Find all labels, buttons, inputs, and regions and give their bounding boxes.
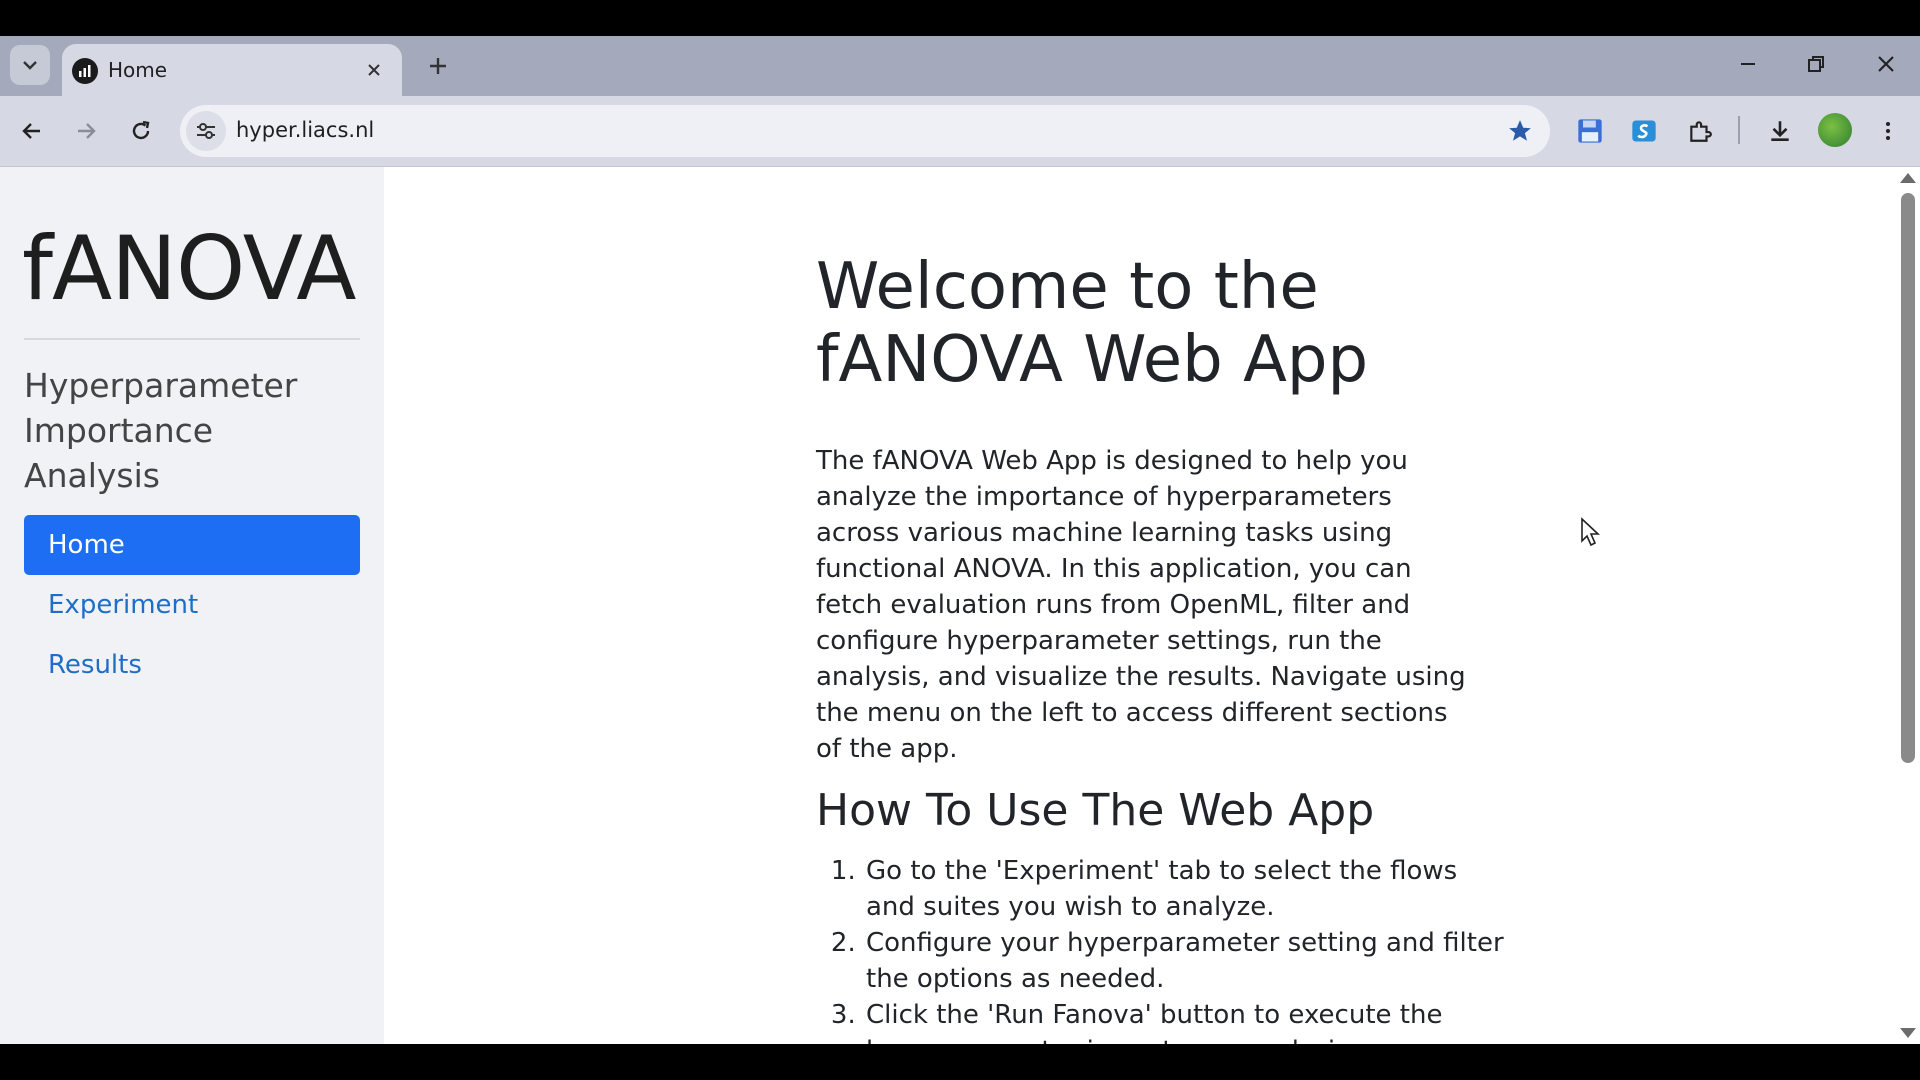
intro-paragraph: The fANOVA Web App is designed to help y… [816,446,1466,764]
tab-strip: Home [0,36,1920,96]
web-page: fANOVA Hyperparameter Importance Analysi… [0,167,1920,1044]
nav-item-home[interactable]: Home [24,515,360,575]
list-item: Click the 'Run Fanova' button to execute… [864,997,1514,1044]
restore-button[interactable] [1788,44,1844,84]
howto-heading: How To Use The Web App [816,785,1375,836]
download-icon [1771,121,1789,141]
minimize-button[interactable] [1720,44,1776,84]
minimize-icon [1741,63,1755,65]
menu-button[interactable] [1866,109,1910,153]
cursor-icon [1581,517,1601,547]
save-icon [1578,119,1602,143]
plus-icon [430,58,446,74]
screencast-extension-button[interactable] [1622,109,1666,153]
new-tab-button[interactable] [420,48,456,84]
puzzle-icon [1690,121,1712,142]
tab-search-icon [23,61,37,70]
reload-icon [132,120,150,140]
profile-avatar-icon[interactable] [1818,113,1852,147]
tab-search-button[interactable] [10,45,50,85]
url-text: hyper.liacs.nl [236,118,375,142]
address-bar[interactable]: hyper.liacs.nl [180,105,1550,157]
sidebar: fANOVA Hyperparameter Importance Analysi… [0,167,384,1044]
window-close-icon [1878,56,1894,72]
toolbar-separator [1738,116,1740,144]
back-arrow-icon [22,123,40,139]
screencast-icon [1632,120,1656,142]
scroll-down-arrow-icon[interactable] [1900,1028,1916,1038]
divider [24,338,360,340]
list-item: Go to the 'Experiment' tab to select the… [864,853,1514,925]
extensions-button[interactable] [1678,109,1722,153]
save-extension-button[interactable] [1568,109,1612,153]
nav-item-experiment[interactable]: Experiment [24,575,360,635]
list-item: Configure your hyperparameter setting an… [864,925,1514,997]
favicon-icon [72,58,98,84]
downloads-button[interactable] [1758,109,1802,153]
reload-button[interactable] [119,109,163,153]
brand-logo-text: fANOVA [22,217,356,320]
forward-arrow-icon [78,123,96,139]
more-vert-icon [1886,122,1890,140]
back-button[interactable] [10,109,54,153]
browser-window: Home hyper.liacs.nl fANOVA Hyperparamete… [0,36,1920,1044]
nav-item-results[interactable]: Results [24,635,360,695]
browser-toolbar: hyper.liacs.nl [0,96,1920,167]
restore-icon [1808,56,1824,72]
tab-title: Home [108,58,168,82]
bookmark-button[interactable] [1504,115,1536,147]
tab-home[interactable]: Home [62,44,402,96]
scrollbar-thumb[interactable] [1901,193,1915,763]
star-icon [1509,120,1531,141]
scroll-up-arrow-icon[interactable] [1900,173,1916,183]
scrollbar[interactable] [1896,167,1920,1044]
close-icon [368,64,380,76]
steps-list: Go to the 'Experiment' tab to select the… [816,853,1514,1044]
window-close-button[interactable] [1858,44,1914,84]
tune-icon [197,123,215,139]
forward-button[interactable] [64,109,108,153]
tab-close-button[interactable] [360,56,388,84]
sidebar-subtitle: Hyperparameter Importance Analysis [24,366,298,495]
page-title: Welcome to the fANOVA Web App [816,250,1369,397]
site-info-button[interactable] [186,111,226,151]
